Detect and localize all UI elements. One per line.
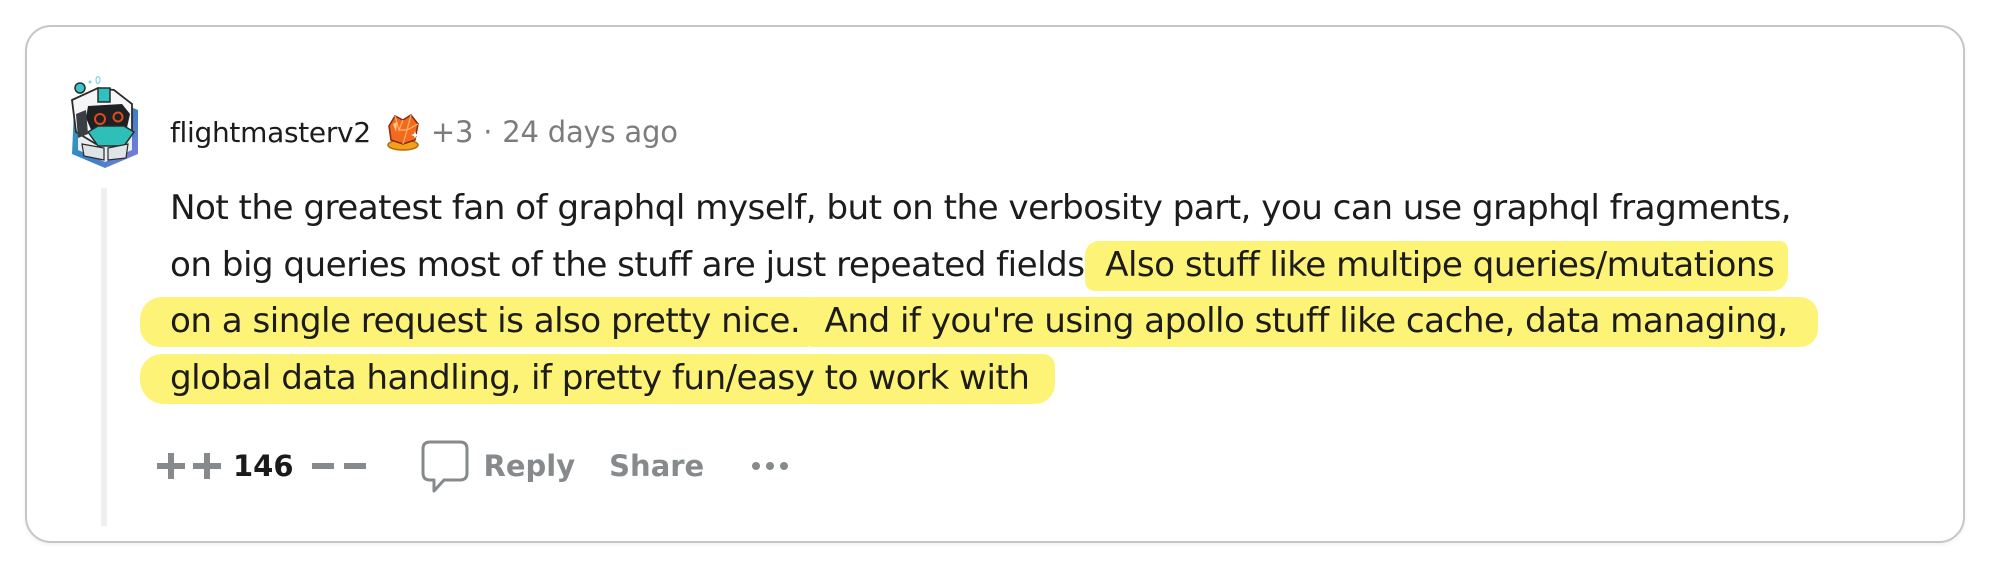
meta-separator: · (483, 115, 493, 149)
ellipsis-icon (752, 462, 761, 470)
downvote-button[interactable] (310, 449, 368, 483)
highlighted-text: Also stuff like multipe queries/mutation… (1084, 240, 1789, 291)
ellipsis-icon-dot (766, 462, 775, 470)
highlighted-text: And if you're using apollo stuff like ca… (808, 297, 1818, 347)
vote-score: 146 (233, 449, 294, 483)
double-minus-icon (311, 463, 366, 469)
body-text: on big queries most of the stuff are jus… (170, 244, 1095, 285)
reply-icon-button[interactable] (420, 439, 470, 493)
orange-crystal-award-icon (387, 114, 419, 151)
award-icon[interactable] (383, 112, 423, 152)
user-avatar[interactable] (68, 74, 142, 170)
double-plus-icon (157, 453, 221, 479)
robot-avatar-icon (71, 75, 138, 168)
body-line: on big queries most of the stuff are jus… (170, 237, 1910, 294)
body-text: Not the greatest fan of graphql myself, … (170, 188, 1792, 228)
award-count[interactable]: +3 (431, 115, 474, 149)
reply-button[interactable]: Reply (484, 449, 576, 483)
thread-collapse-line[interactable] (101, 188, 107, 526)
upvote-button[interactable] (155, 449, 223, 483)
speech-bubble-icon (421, 440, 469, 493)
body-line: Not the greatest fan of graphql myself, … (170, 180, 1910, 237)
highlighted-text: on a single request is also pretty nice. (140, 297, 815, 347)
comment-meta: flightmasterv2 +3 · 24 days ago (170, 110, 678, 154)
ellipsis-icon-dot (780, 462, 789, 470)
username-link[interactable]: flightmasterv2 (170, 116, 371, 149)
comment-body: Not the greatest fan of graphql myself, … (140, 180, 1910, 407)
body-line: on a single request is also pretty nice.… (140, 293, 1910, 350)
more-options-button[interactable] (752, 462, 789, 470)
body-line: global data handling, if pretty fun/easy… (140, 350, 1910, 407)
share-button[interactable]: Share (609, 449, 704, 483)
timestamp[interactable]: 24 days ago (502, 115, 678, 149)
comment-actions: 146 Reply Share (155, 438, 789, 494)
highlighted-text: global data handling, if pretty fun/easy… (140, 353, 1056, 404)
